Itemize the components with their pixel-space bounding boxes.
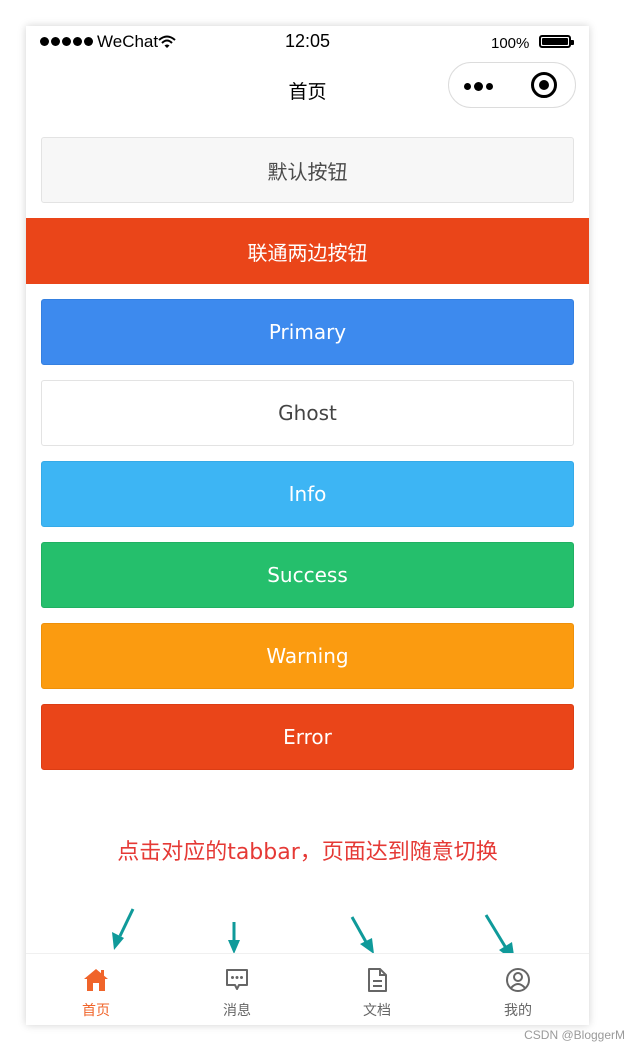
error-button[interactable]: Error — [41, 704, 574, 770]
watermark: CSDN @BloggerM — [524, 1028, 625, 1042]
info-button[interactable]: Info — [41, 461, 574, 527]
annotation-text: 点击对应的tabbar，页面达到随意切换 — [117, 840, 498, 865]
arrow-icon — [228, 922, 240, 954]
tab-label: 我的 — [504, 1003, 532, 1019]
battery-percent: 100% — [491, 35, 530, 52]
success-button[interactable]: Success — [41, 542, 574, 608]
warning-button[interactable]: Warning — [41, 623, 574, 689]
tab-documents[interactable]: 文档 — [307, 954, 447, 1025]
full-width-button[interactable]: 联通两边按钮 — [26, 218, 589, 284]
mini-program-capsule — [448, 62, 576, 108]
user-icon — [506, 968, 530, 992]
status-bar: WeChat 12:05 100% — [26, 26, 589, 60]
tab-label: 消息 — [223, 1003, 251, 1019]
message-icon — [226, 969, 248, 990]
tab-bar: 首页 消息 文档 我的 — [26, 953, 589, 1025]
navigation-bar: 首页 — [26, 60, 589, 116]
arrow-icon — [350, 916, 374, 954]
ghost-button[interactable]: Ghost — [41, 380, 574, 446]
home-icon — [84, 969, 108, 991]
more-icon[interactable] — [464, 82, 493, 91]
default-button[interactable]: 默认按钮 — [41, 137, 574, 203]
tab-messages[interactable]: 消息 — [167, 954, 307, 1025]
close-target-icon[interactable] — [531, 72, 557, 98]
phone-frame: WeChat 12:05 100% 首页 默认按钮 联通两边按钮 Primary… — [26, 26, 589, 1025]
arrow-icon — [112, 908, 135, 950]
tab-label: 首页 — [82, 1003, 110, 1019]
tab-label: 文档 — [363, 1003, 391, 1019]
document-icon — [368, 968, 387, 992]
tab-mine[interactable]: 我的 — [448, 954, 588, 1025]
primary-button[interactable]: Primary — [41, 299, 574, 365]
tab-home[interactable]: 首页 — [26, 954, 166, 1025]
battery-icon — [539, 35, 574, 48]
